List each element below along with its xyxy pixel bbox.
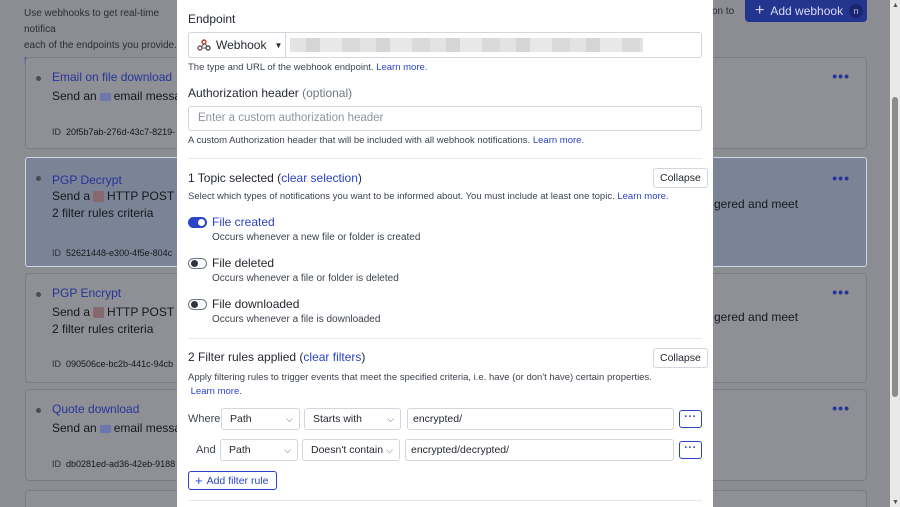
status-dot: [36, 176, 41, 181]
scroll-down-icon[interactable]: ▼: [892, 499, 899, 506]
webhook-card-id: ID db0281ed-ad36-42eb-9188: [52, 459, 176, 469]
status-dot: [36, 408, 41, 413]
auth-header-input[interactable]: Enter a custom authorization header: [188, 106, 702, 131]
section-divider: [188, 158, 702, 159]
card-more-button[interactable]: •••: [832, 168, 850, 188]
filter-operator-select[interactable]: Starts with ⌵: [304, 408, 401, 430]
filter-more-button[interactable]: ···: [679, 410, 702, 428]
card-more-button[interactable]: •••: [832, 400, 850, 416]
webhook-icon: [197, 39, 211, 51]
clear-selection-link[interactable]: clear selection: [281, 171, 358, 185]
webhook-card-summary: Send an email messag: [52, 89, 188, 103]
webhook-editor-modal: Endpoint Webhook ▼ The type and URL of t…: [177, 0, 713, 507]
topics-collapse-button[interactable]: Collapse: [653, 168, 708, 188]
topics-learn-more-link[interactable]: Learn more.: [617, 191, 668, 202]
caret-down-icon: ▼: [274, 40, 283, 50]
auth-header-label: Authorization header (optional): [188, 86, 353, 100]
topic-desc: Occurs whenever a file is downloaded: [212, 314, 381, 325]
topics-heading: 1 Topic selected (clear selection): [188, 171, 362, 185]
auth-learn-more-link[interactable]: Learn more.: [533, 135, 584, 146]
webhook-card-title[interactable]: PGP Encrypt: [52, 286, 121, 300]
webhook-card-title[interactable]: PGP Decrypt: [52, 170, 122, 190]
filter-value-input[interactable]: encrypted/: [407, 408, 674, 430]
toggle-file-created[interactable]: [188, 217, 207, 228]
webhook-card-summary-right: gered and meet: [714, 310, 799, 324]
toggle-file-deleted[interactable]: [188, 258, 207, 269]
intro-text-right: on to: [712, 6, 735, 17]
filter-conjunction: Where: [188, 413, 221, 425]
filters-collapse-button[interactable]: Collapse: [653, 348, 708, 368]
webhook-card-summary: Send a HTTP POST re 2 filter rules criter…: [52, 305, 188, 336]
filter-more-button[interactable]: ···: [679, 441, 702, 459]
scroll-up-icon[interactable]: ▲: [892, 2, 899, 9]
webhook-card-id: ID 20f5b7ab-276d-43c7-8219-: [52, 127, 176, 137]
filter-value-input[interactable]: encrypted/decrypted/: [405, 439, 674, 461]
endpoint-learn-more-link[interactable]: Learn more.: [376, 62, 427, 73]
card-more-button[interactable]: •••: [832, 68, 850, 84]
topic-label-file-created[interactable]: File created: [212, 215, 275, 229]
filters-heading: 2 Filter rules applied (clear filters): [188, 350, 366, 364]
status-dot: [36, 76, 41, 81]
add-webhook-button[interactable]: + Add webhook n: [745, 0, 867, 22]
section-divider: [188, 500, 702, 501]
webhook-icon: [93, 307, 105, 319]
auth-header-help: A custom Authorization header that will …: [188, 135, 585, 146]
webhook-card-title[interactable]: Quote download: [52, 402, 139, 416]
endpoint-type-select[interactable]: Webhook ▼: [189, 33, 286, 57]
webhook-card-id: ID 52621448-e300-4f5e-804c: [52, 248, 173, 258]
filters-help: Apply filtering rules to trigger events …: [188, 372, 652, 397]
topics-help: Select which types of notifications you …: [188, 191, 669, 202]
endpoint-label: Endpoint: [188, 12, 236, 26]
chevron-down-icon: ⌵: [386, 445, 393, 455]
filters-learn-more-link[interactable]: Learn more.: [191, 386, 242, 397]
card-more-button[interactable]: •••: [832, 284, 850, 300]
webhook-card-summary-right: gered and meet: [714, 197, 799, 211]
add-filter-rule-button[interactable]: + Add filter rule: [188, 471, 278, 490]
chevron-down-icon: ⌵: [286, 414, 293, 424]
chevron-down-icon: ⌵: [387, 414, 394, 424]
section-divider: [188, 338, 702, 339]
toggle-file-downloaded[interactable]: [188, 299, 207, 310]
topic-desc: Occurs whenever a file or folder is dele…: [212, 273, 399, 284]
chevron-down-icon: ⌵: [284, 445, 291, 455]
shortcut-badge: n: [849, 4, 864, 18]
filter-operator-select[interactable]: Doesn't contain ⌵: [302, 439, 400, 461]
webhook-card-summary: Send a HTTP POST re 2 filter rules criter…: [52, 189, 188, 220]
endpoint-url-input[interactable]: [290, 38, 643, 52]
webhook-icon: [93, 191, 105, 203]
plus-icon: +: [195, 473, 203, 488]
endpoint-row: Webhook ▼: [188, 32, 702, 58]
endpoint-help: The type and URL of the webhook endpoint…: [188, 62, 428, 73]
webhook-card-id: ID 090506ce-bc2b-441c-94cb: [52, 359, 174, 369]
webhook-card-summary: Send an email messag: [52, 421, 188, 435]
topic-desc: Occurs whenever a new file or folder is …: [212, 232, 421, 243]
topic-label-file-downloaded[interactable]: File downloaded: [212, 297, 299, 311]
scrollbar-thumb[interactable]: [892, 97, 898, 397]
topic-label-file-deleted[interactable]: File deleted: [212, 256, 274, 270]
status-dot: [36, 292, 41, 297]
email-icon: [99, 424, 111, 433]
page-scrollbar[interactable]: ▲ ▼: [890, 0, 900, 507]
clear-filters-link[interactable]: clear filters: [303, 350, 361, 364]
filter-field-select[interactable]: Path ⌵: [221, 408, 300, 430]
webhook-card-title[interactable]: Email on file download: [52, 70, 172, 84]
email-icon: [99, 92, 111, 101]
plus-icon: +: [755, 2, 765, 19]
filter-field-select[interactable]: Path ⌵: [220, 439, 298, 461]
